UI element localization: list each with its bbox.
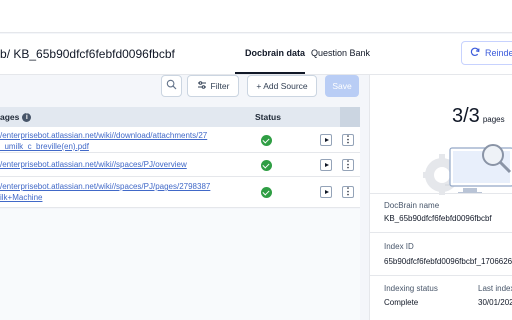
source-link-line[interactable]: ilk+Machine <box>0 192 210 203</box>
add-source-button[interactable]: + Add Source <box>247 75 317 97</box>
column-header-actions <box>340 107 360 127</box>
table-row: /enterprisebot.atlassian.net/wiki//downl… <box>0 127 360 153</box>
run-button[interactable] <box>320 159 332 171</box>
info-icon[interactable]: i <box>22 112 32 122</box>
last-indexed-value: 30/01/202 <box>478 298 512 307</box>
more-options-button[interactable]: ⋮ <box>342 159 354 171</box>
breadcrumb-parent[interactable]: b <box>0 47 7 61</box>
sources-table: ages i Status /enterprisebot.atlassian.n… <box>0 107 360 208</box>
reindex-label: Reindex <box>485 48 512 58</box>
refresh-icon <box>470 47 480 59</box>
indexing-illustration-icon <box>423 144 512 195</box>
panel-divider <box>370 193 512 194</box>
filter-sliders-icon <box>197 80 207 92</box>
source-link-line[interactable]: /enterprisebot.atlassian.net/wiki//space… <box>0 159 187 170</box>
column-header-status: Status <box>255 112 281 122</box>
indexing-status-label: Indexing status <box>384 284 438 293</box>
reindex-button[interactable]: Reindex <box>461 41 512 65</box>
table-empty-area <box>0 209 360 320</box>
tab-docbrain-data[interactable]: Docbrain data <box>245 48 305 58</box>
panel-divider <box>370 232 512 233</box>
status-complete-icon <box>261 187 272 198</box>
source-link-line[interactable]: /enterprisebot.atlassian.net/wiki//space… <box>0 181 210 192</box>
page-count-unit: pages <box>482 115 505 124</box>
page-count-value: 3/3 <box>452 105 480 127</box>
tab-question-bank[interactable]: Question Bank <box>311 48 370 58</box>
indexing-status-value: Complete <box>384 298 419 307</box>
table-toolbar: Filter + Add Source Save <box>0 75 365 107</box>
add-source-label: + Add Source <box>256 81 308 91</box>
source-link-line[interactable]: _umilk_c_breville(en).pdf <box>0 141 207 152</box>
more-options-button[interactable]: ⋮ <box>342 134 354 146</box>
active-tab-indicator <box>235 72 305 74</box>
docbrain-name-label: DocBrain name <box>384 201 440 210</box>
table-row: /enterprisebot.atlassian.net/wiki//space… <box>0 153 360 177</box>
more-options-button[interactable]: ⋮ <box>342 186 354 198</box>
filter-button[interactable]: Filter <box>187 75 239 97</box>
index-id-value: 65b90dfcf6febfd0096fbcbf_1706626 <box>384 257 512 266</box>
source-link[interactable]: /enterprisebot.atlassian.net/wiki//space… <box>0 159 187 170</box>
save-label: Save <box>332 81 352 91</box>
table-header: ages i Status <box>0 107 360 127</box>
docbrain-details-panel: 3/3 pages DocBrain name KB_65b90dfcf6febf… <box>369 75 512 320</box>
status-complete-icon <box>261 160 272 171</box>
column-header-pages: ages i <box>0 112 32 122</box>
table-row: /enterprisebot.atlassian.net/wiki//space… <box>0 177 360 208</box>
breadcrumb-current: KB_65b90dfcf6febfd0096fbcbf <box>13 47 175 61</box>
run-button[interactable] <box>320 134 332 146</box>
page-header: b/ KB_65b90dfcf6febfd0096fbcbf Docbrain … <box>0 34 512 75</box>
source-link[interactable]: /enterprisebot.atlassian.net/wiki//downl… <box>0 130 207 152</box>
status-complete-icon <box>261 135 272 146</box>
top-bar <box>0 0 512 33</box>
page-count: 3/3 pages <box>452 105 505 128</box>
index-id-label: Index ID <box>384 242 414 251</box>
breadcrumb-separator: / <box>6 47 11 61</box>
search-button[interactable] <box>161 75 182 97</box>
save-button[interactable]: Save <box>325 75 359 97</box>
column-pages-label: ages <box>0 112 20 122</box>
search-icon <box>166 77 177 95</box>
source-link-line[interactable]: /enterprisebot.atlassian.net/wiki//downl… <box>0 130 207 141</box>
run-button[interactable] <box>320 186 332 198</box>
last-indexed-label: Last index <box>478 284 512 293</box>
docbrain-name-value: KB_65b90dfcf6febfd0096fbcbf <box>384 214 492 223</box>
source-link[interactable]: /enterprisebot.atlassian.net/wiki//space… <box>0 181 210 203</box>
panel-divider <box>370 275 512 276</box>
breadcrumb: b/ KB_65b90dfcf6febfd0096fbcbf <box>0 47 175 61</box>
filter-label: Filter <box>210 81 230 91</box>
